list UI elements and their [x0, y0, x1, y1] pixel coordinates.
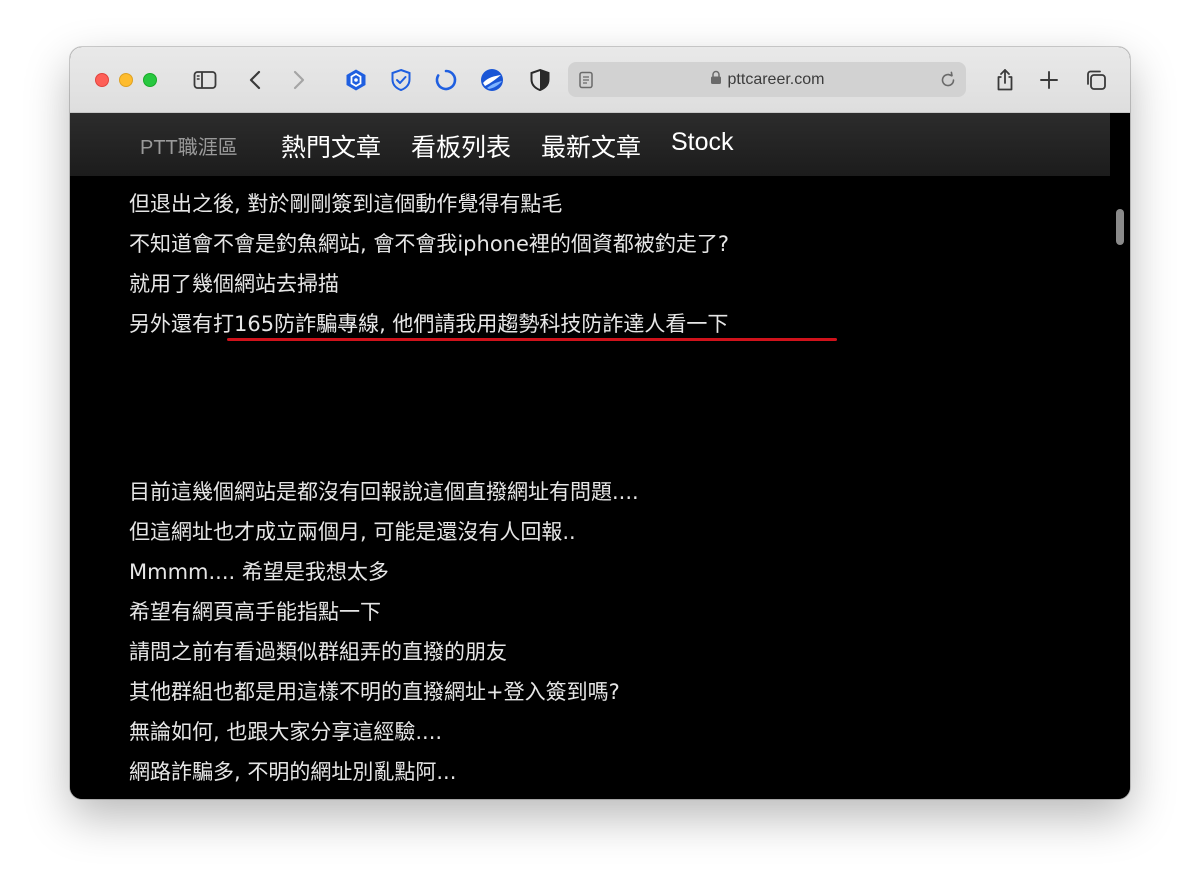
article-line: 無論如何, 也跟大家分享這經驗.... — [129, 720, 443, 744]
article-line: 網路詐騙多, 不明的網址別亂點阿... — [129, 760, 457, 784]
tab-overview-icon[interactable] — [1082, 66, 1110, 94]
scrollbar-thumb[interactable] — [1116, 209, 1124, 245]
url-text: pttcareer.com — [727, 70, 825, 88]
article-line: 另外還有打165防詐騙專線, 他們請我用趨勢科技防詐達人看一下 — [129, 312, 729, 336]
loading-arc-icon[interactable] — [432, 66, 460, 94]
article-content: 但退出之後, 對於剛剛簽到這個動作覺得有點毛 不知道會不會是釣魚網站, 會不會我… — [70, 176, 1110, 799]
nav-link-stock[interactable]: Stock — [671, 128, 734, 157]
article-line: 就用了幾個網站去掃描 — [129, 272, 339, 296]
red-highlight-underline — [227, 338, 837, 341]
article-line: 不知道會不會是釣魚網站, 會不會我iphone裡的個資都被釣走了? — [129, 232, 730, 256]
globe-ball-icon[interactable] — [478, 66, 506, 94]
window-close-button[interactable] — [95, 73, 109, 87]
article-line: 但這網址也才成立兩個月, 可能是還沒有人回報.. — [129, 520, 576, 544]
browser-window: pttcareer.com PTT職涯區 熱門文章 看板列表 最新文章 Stoc… — [70, 47, 1130, 799]
nav-link-hot-articles[interactable]: 熱門文章 — [281, 128, 381, 164]
share-icon[interactable] — [991, 66, 1019, 94]
article-line: Mmmm.... 希望是我想太多 — [129, 560, 389, 584]
article-line: 但退出之後, 對於剛剛簽到這個動作覺得有點毛 — [129, 192, 563, 216]
chevron-left-icon[interactable] — [241, 66, 269, 94]
reload-icon[interactable] — [934, 66, 962, 94]
article-line: 希望有網頁高手能指點一下 — [129, 600, 381, 624]
browser-toolbar: pttcareer.com — [70, 47, 1130, 113]
nav-link-board-list[interactable]: 看板列表 — [411, 128, 511, 164]
article-line: 請問之前有看過類似群組弄的直撥的朋友 — [129, 640, 507, 664]
site-brand[interactable]: PTT職涯區 — [140, 131, 238, 160]
nav-link-latest-articles[interactable]: 最新文章 — [541, 128, 641, 164]
url-display[interactable]: pttcareer.com — [568, 62, 966, 97]
address-bar[interactable]: pttcareer.com — [568, 62, 966, 97]
article-line: 目前這幾個網站是都沒有回報說這個直撥網址有問題.... — [129, 480, 639, 504]
article-line: -- — [129, 792, 144, 799]
shield-check-icon[interactable] — [387, 66, 415, 94]
hexagon-shield-icon[interactable] — [342, 66, 370, 94]
window-zoom-button[interactable] — [143, 73, 157, 87]
site-navbar: PTT職涯區 熱門文章 看板列表 最新文章 Stock — [70, 113, 1110, 176]
window-minimize-button[interactable] — [119, 73, 133, 87]
plus-icon[interactable] — [1035, 66, 1063, 94]
half-shield-icon[interactable] — [526, 66, 554, 94]
sidebar-toggle-icon[interactable] — [191, 66, 219, 94]
lock-icon — [710, 70, 722, 90]
chevron-right-icon[interactable] — [285, 66, 313, 94]
article-line: 其他群組也都是用這樣不明的直撥網址+登入簽到嗎? — [129, 680, 620, 704]
